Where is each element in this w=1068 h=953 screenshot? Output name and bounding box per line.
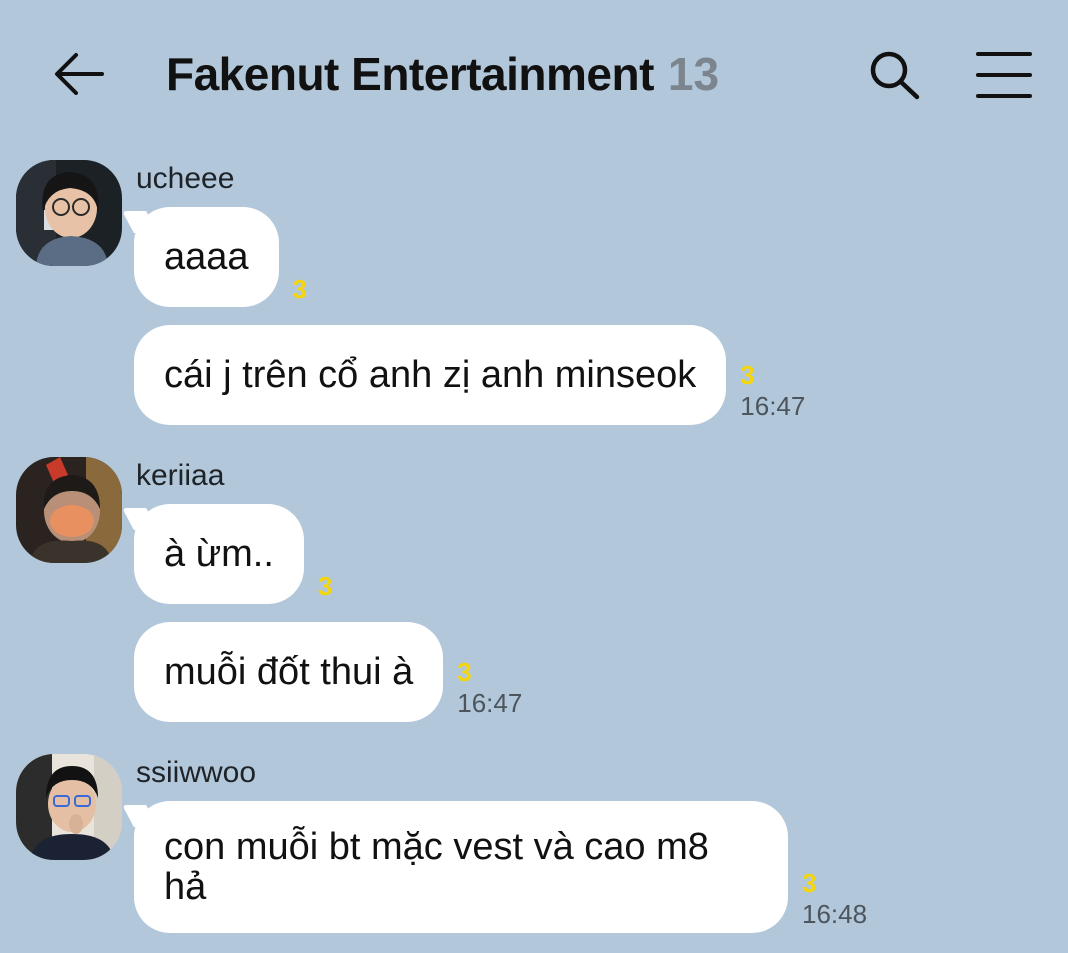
message-meta: 3 [318,572,332,600]
message-meta: 3 16:47 [740,361,805,421]
back-button[interactable] [48,44,108,104]
message-row: à ừm.. 3 [134,504,332,604]
chat-header: Fakenut Entertainment 13 [0,0,1068,150]
timestamp: 16:47 [457,688,523,718]
message-bubble[interactable]: aaaa [134,207,279,307]
avatar[interactable] [16,160,122,266]
back-arrow-icon [55,53,104,95]
message-row: con muỗi bt mặc vest và cao m8 hả 3 16:4… [134,801,867,933]
search-button[interactable] [862,44,926,108]
unread-count: 3 [740,360,755,390]
menu-icon [976,52,1032,98]
sender-name: ucheee [136,162,235,195]
member-count: 13 [667,48,720,100]
message-bubble[interactable]: cái j trên cổ anh zị anh minseok [134,325,727,425]
message-bubble[interactable]: con muỗi bt mặc vest và cao m8 hả [134,801,788,933]
unread-count: 3 [802,868,817,898]
avatar[interactable] [16,754,122,860]
message-row: cái j trên cổ anh zị anh minseok 3 16:47 [134,325,805,425]
message-bubble[interactable]: muỗi đốt thui à [134,622,444,722]
message-meta: 3 16:48 [802,869,867,929]
avatar[interactable] [16,457,122,563]
timestamp: 16:47 [740,391,806,421]
sender-name: keriiaa [136,459,225,492]
message-group: ssiiwwoo con muỗi bt mặc vest và cao m8 … [0,754,1068,953]
menu-button[interactable] [970,44,1038,108]
message-row: aaaa 3 [134,207,307,307]
message-bubble[interactable]: à ừm.. [134,504,304,604]
chat-room-name: Fakenut Entertainment [166,48,654,100]
message-meta: 3 [293,275,307,303]
search-icon [870,51,920,100]
message-meta: 3 16:47 [457,658,522,718]
message-group: keriiaa à ừm.. 3 muỗi đốt thui à 3 16:47 [0,457,1068,727]
message-group: ucheee aaaa 3 cái j trên cổ anh zị anh m… [0,160,1068,430]
unread-count: 3 [317,571,333,601]
chat-title: Fakenut Entertainment 13 [166,42,719,106]
unread-count: 3 [292,274,308,304]
timestamp: 16:48 [802,899,868,929]
message-row: muỗi đốt thui à 3 16:47 [134,622,522,722]
sender-name: ssiiwwoo [136,756,257,789]
unread-count: 3 [457,657,472,687]
